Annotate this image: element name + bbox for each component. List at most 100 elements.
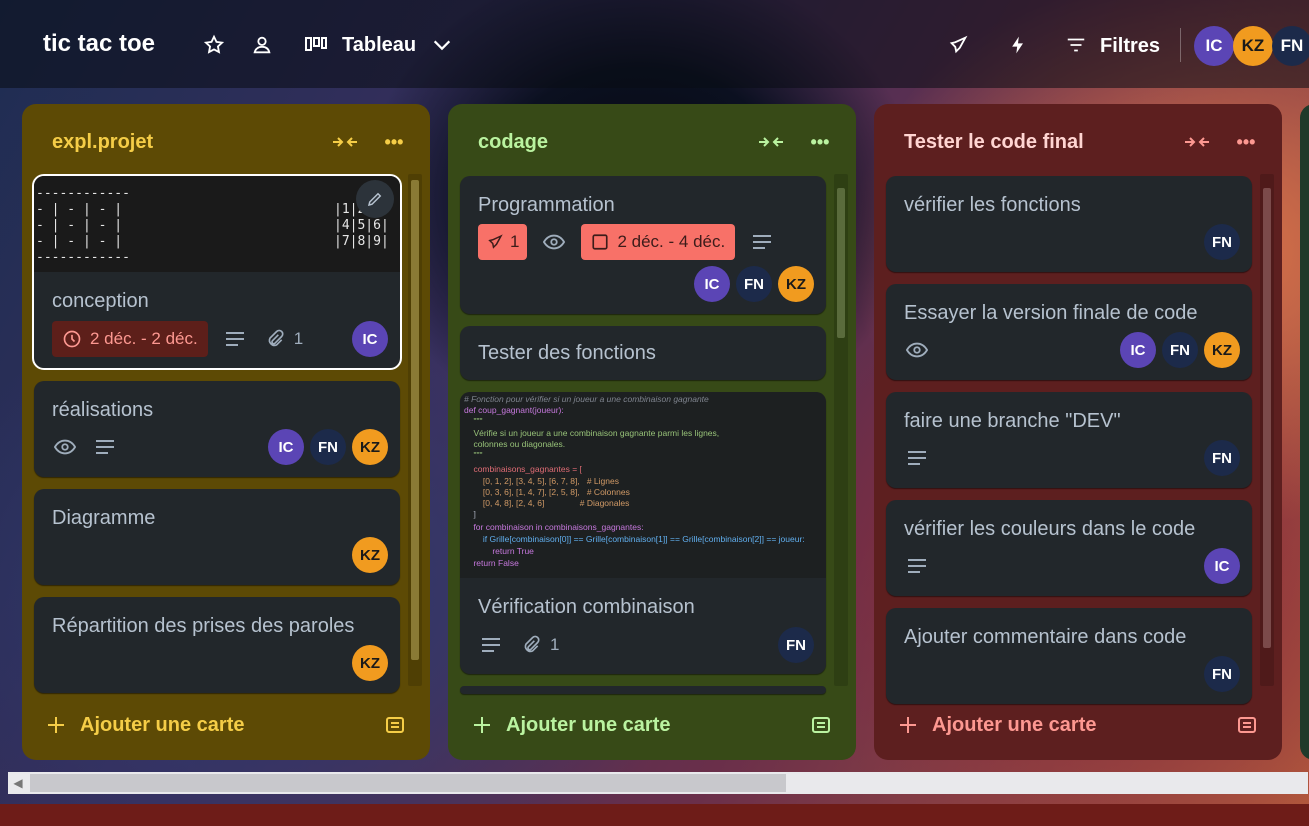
list-scrollbar[interactable]	[834, 174, 848, 686]
description-icon	[222, 326, 248, 352]
add-card-button[interactable]: Ajouter une carte	[898, 710, 1096, 740]
avatar[interactable]: FN	[1162, 332, 1198, 368]
code-line: colonnes ou diagonales.	[464, 439, 566, 449]
card-diagramme[interactable]: Diagramme KZ	[34, 489, 400, 585]
card-title: réalisations	[52, 399, 154, 421]
list-scrollbar[interactable]	[1260, 174, 1274, 686]
avatar[interactable]: KZ	[352, 537, 388, 573]
collapse-icon[interactable]	[757, 128, 785, 156]
template-icon[interactable]	[382, 712, 408, 738]
power-ups-icon[interactable]	[944, 31, 972, 59]
code-line: if Grille[combinaison[0]] == Grille[comb…	[464, 534, 805, 544]
plus-icon	[48, 717, 64, 733]
add-card-button[interactable]: Ajouter une carte	[46, 710, 244, 740]
avatar[interactable]: IC	[268, 429, 304, 465]
avatar[interactable]: KZ	[1233, 26, 1273, 66]
avatar[interactable]: FN	[1204, 440, 1240, 476]
avatar[interactable]: IC	[352, 321, 388, 357]
card-verification-combinaison[interactable]: # Fonction pour vérifier si un joueur a …	[460, 392, 826, 674]
avatar[interactable]: IC	[1120, 332, 1156, 368]
chevron-down-icon[interactable]	[428, 31, 456, 59]
list-expl-projet: expl.projet ••• ------------ - | - | - |…	[22, 104, 430, 760]
board-horizontal-scrollbar[interactable]: ◀	[8, 772, 1308, 794]
list-title[interactable]: expl.projet	[52, 131, 153, 154]
card-title: Répartition des prises des paroles	[52, 615, 355, 637]
filters-button[interactable]: Filtres	[1100, 35, 1160, 58]
board-view-icon[interactable]	[302, 31, 330, 59]
card-partial[interactable]	[460, 686, 826, 694]
card-essayer-version-finale[interactable]: Essayer la version finale de code IC FN …	[886, 284, 1252, 380]
os-taskbar	[0, 804, 1309, 826]
code-line: """	[464, 416, 483, 426]
card-realisations[interactable]: réalisations IC FN KZ	[34, 381, 400, 477]
code-line: def coup_gagnant(joueur):	[464, 405, 564, 415]
avatar[interactable]: FN	[1204, 656, 1240, 692]
avatar[interactable]: IC	[1194, 26, 1234, 66]
due-date-text: 2 déc. - 4 déc.	[617, 232, 726, 251]
more-icon[interactable]: •••	[1232, 128, 1260, 156]
avatar[interactable]: FN	[310, 429, 346, 465]
view-switcher-label[interactable]: Tableau	[342, 34, 416, 57]
add-card-button[interactable]: Ajouter une carte	[472, 710, 670, 740]
code-line: return False	[464, 558, 519, 568]
scrollbar-thumb[interactable]	[30, 774, 786, 792]
list-scrollbar[interactable]	[408, 174, 422, 686]
filter-icon[interactable]	[1062, 31, 1090, 59]
avatar[interactable]: FN	[778, 627, 814, 663]
card-ajouter-commentaire[interactable]: Ajouter commentaire dans code FN	[886, 608, 1252, 704]
avatar[interactable]: FN	[1272, 26, 1309, 66]
list-title[interactable]: Tester le code final	[904, 131, 1084, 154]
avatar[interactable]: KZ	[352, 645, 388, 681]
card-verifier-fonctions[interactable]: vérifier les fonctions FN	[886, 176, 1252, 272]
visibility-icon[interactable]	[248, 31, 276, 59]
more-icon[interactable]: •••	[806, 128, 834, 156]
card-tester-fonctions[interactable]: Tester des fonctions	[460, 326, 826, 380]
list-title[interactable]: codage	[478, 131, 548, 154]
template-icon[interactable]	[1234, 712, 1260, 738]
due-date-text: 2 déc. - 2 déc.	[90, 329, 198, 348]
card-title: Programmation	[478, 194, 615, 216]
watch-icon	[52, 434, 78, 460]
card-programmation[interactable]: Programmation 1 2 déc. - 4 déc. IC FN KZ	[460, 176, 826, 314]
card-repartition[interactable]: Répartition des prises des paroles KZ	[34, 597, 400, 693]
avatar[interactable]: IC	[1204, 548, 1240, 584]
due-date-badge[interactable]: 2 déc. - 2 déc.	[52, 321, 208, 357]
board-header: tic tac toe Tableau Filtres IC KZ FN	[0, 0, 1309, 88]
card-title: Diagramme	[52, 507, 156, 529]
card-title: vérifier les fonctions	[904, 194, 1081, 216]
avatar[interactable]: KZ	[352, 429, 388, 465]
star-icon[interactable]	[200, 31, 228, 59]
avatar[interactable]: FN	[736, 266, 772, 302]
attachment-count: 1	[550, 635, 560, 654]
plus-icon	[474, 717, 490, 733]
code-line: Vérifie si un joueur a une combinaison g…	[464, 428, 720, 438]
collapse-icon[interactable]	[1183, 128, 1211, 156]
more-icon[interactable]: •••	[380, 128, 408, 156]
card-conception[interactable]: ------------ - | - | - | - | - | - | - |…	[32, 174, 402, 370]
template-icon[interactable]	[808, 712, 834, 738]
card-branche-dev[interactable]: faire une branche "DEV" FN	[886, 392, 1252, 488]
code-line: combinaisons_gagnantes = [	[464, 464, 582, 474]
board-title[interactable]: tic tac toe	[43, 30, 155, 58]
plus-icon	[900, 717, 916, 733]
avatar[interactable]: IC	[694, 266, 730, 302]
next-list-edge[interactable]	[1300, 104, 1309, 760]
card-title: Essayer la version finale de code	[904, 302, 1198, 324]
scroll-left-icon[interactable]: ◀	[10, 775, 26, 791]
edit-icon[interactable]	[356, 180, 394, 218]
avatar[interactable]: KZ	[1204, 332, 1240, 368]
description-icon	[749, 229, 775, 255]
location-badge[interactable]: 1	[478, 224, 528, 260]
header-divider	[1180, 28, 1181, 62]
code-line: ]	[464, 509, 476, 519]
due-date-badge[interactable]: 2 déc. - 4 déc.	[581, 224, 736, 260]
collapse-icon[interactable]	[331, 128, 359, 156]
description-icon	[904, 553, 930, 579]
card-title: Tester des fonctions	[478, 342, 656, 364]
list-codage: codage ••• Programmation 1 2 déc. - 4 dé…	[448, 104, 856, 760]
attachment-count: 1	[293, 329, 304, 348]
avatar[interactable]: KZ	[778, 266, 814, 302]
avatar[interactable]: FN	[1204, 224, 1240, 260]
card-verifier-couleurs[interactable]: vérifier les couleurs dans le code IC	[886, 500, 1252, 596]
automation-icon[interactable]	[1004, 31, 1032, 59]
